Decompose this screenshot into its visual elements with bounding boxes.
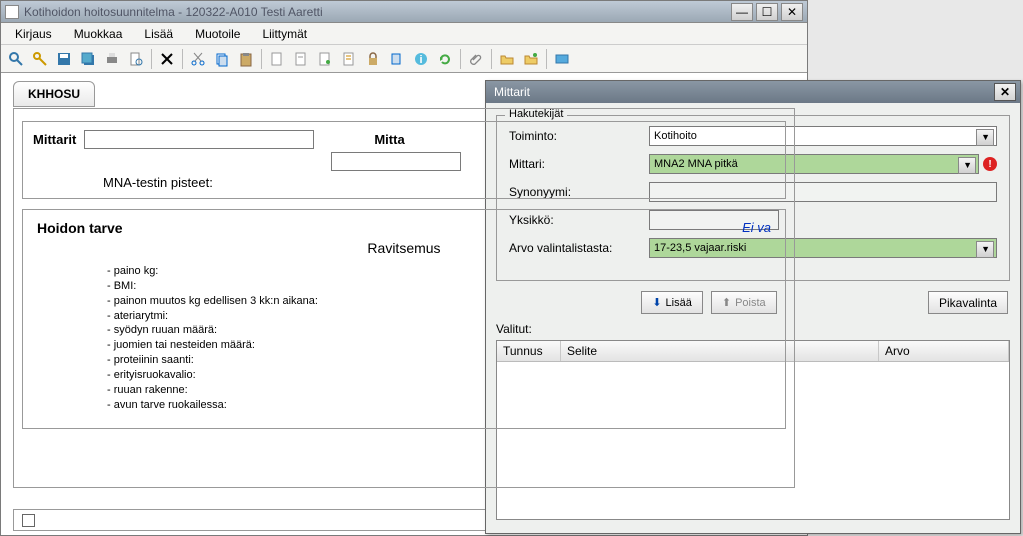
app-icon [5, 5, 19, 19]
tool-delete-icon[interactable] [156, 48, 178, 70]
grid-header-arvo[interactable]: Arvo [879, 341, 1009, 361]
list-item: - ruuan rakenne: [107, 383, 771, 398]
titlebar: Kotihoidon hoitosuunnitelma - 120322-A01… [1, 1, 807, 23]
tool-doc4-icon[interactable] [338, 48, 360, 70]
list-item: - syödyn ruuan määrä: [107, 323, 771, 338]
list-item: - ateriarytmi: [107, 309, 771, 324]
menubar: Kirjaus Muokkaa Lisää Muotoile Liittymät [1, 23, 807, 45]
dialog-close-button[interactable]: ✕ [994, 83, 1016, 101]
list-item: - erityisruokavalio: [107, 368, 771, 383]
tool-info-icon[interactable]: i [410, 48, 432, 70]
hoidon-right: Ei va [742, 220, 771, 236]
mittarit-label: Mittarit [33, 132, 76, 147]
tool-folder-icon[interactable] [496, 48, 518, 70]
bottom-checkbox[interactable] [22, 514, 35, 527]
menu-kirjaus[interactable]: Kirjaus [5, 24, 62, 44]
tool-preview-icon[interactable] [125, 48, 147, 70]
pikavalinta-button[interactable]: Pikavalinta [928, 291, 1008, 314]
close-button[interactable]: ✕ [781, 3, 803, 21]
mna-row: MNA-testin pisteet: [103, 175, 775, 190]
mitta-label: Mitta [374, 132, 404, 147]
window-title: Kotihoidon hoitosuunnitelma - 120322-A01… [24, 5, 731, 19]
hoidon-list: - paino kg: - BMI: - painon muutos kg ed… [107, 264, 771, 412]
tool-folder2-icon[interactable] [520, 48, 542, 70]
mittarit-input-1[interactable] [84, 130, 314, 149]
list-item: - BMI: [107, 279, 771, 294]
dialog-title: Mittarit [490, 85, 530, 99]
tool-paste-icon[interactable] [235, 48, 257, 70]
menu-muokkaa[interactable]: Muokkaa [64, 24, 133, 44]
tool-copy-icon[interactable] [211, 48, 233, 70]
list-item: - proteiinin saanti: [107, 353, 771, 368]
tool-card-icon[interactable] [551, 48, 573, 70]
tool-doc2-icon[interactable] [290, 48, 312, 70]
list-item: - juomien tai nesteiden määrä: [107, 338, 771, 353]
tool-save-icon[interactable] [53, 48, 75, 70]
tab-khhosu[interactable]: KHHOSU [13, 81, 95, 107]
hoidon-title: Hoidon tarve [37, 220, 123, 236]
alert-icon: ! [983, 157, 997, 171]
ravitsemus-heading: Ravitsemus [37, 240, 771, 256]
minimize-button[interactable]: — [731, 3, 753, 21]
dialog-titlebar: Mittarit ✕ [486, 81, 1020, 103]
toolbar: i [1, 45, 807, 73]
tool-copy2-icon[interactable] [386, 48, 408, 70]
menu-lisaa[interactable]: Lisää [134, 24, 183, 44]
tool-cut-icon[interactable] [187, 48, 209, 70]
maximize-button[interactable]: ☐ [756, 3, 778, 21]
list-item: - painon muutos kg edellisen 3 kk:n aika… [107, 294, 771, 309]
tool-key-icon[interactable] [29, 48, 51, 70]
svg-text:i: i [419, 54, 422, 66]
tool-doc1-icon[interactable] [266, 48, 288, 70]
mittarit-section: Mittarit Mitta MNA-testin pisteet: [22, 121, 786, 199]
menu-muotoile[interactable]: Muotoile [185, 24, 250, 44]
menu-liittymat[interactable]: Liittymät [252, 24, 317, 44]
tool-doc3-icon[interactable] [314, 48, 336, 70]
tool-attach-icon[interactable] [465, 48, 487, 70]
content-area: KHHOSU Yhteenv Mittarit Mitta MN [1, 73, 807, 496]
hoidon-section: Hoidon tarve Ei va Ravitsemus - paino kg… [22, 209, 786, 429]
list-item: - avun tarve ruokailessa: [107, 398, 771, 413]
list-item: - paino kg: [107, 264, 771, 279]
tool-saveall-icon[interactable] [77, 48, 99, 70]
tool-print-icon[interactable] [101, 48, 123, 70]
tool-search-icon[interactable] [5, 48, 27, 70]
mittarit-input-2[interactable] [331, 152, 461, 171]
tool-lock-icon[interactable] [362, 48, 384, 70]
tool-refresh-icon[interactable] [434, 48, 456, 70]
